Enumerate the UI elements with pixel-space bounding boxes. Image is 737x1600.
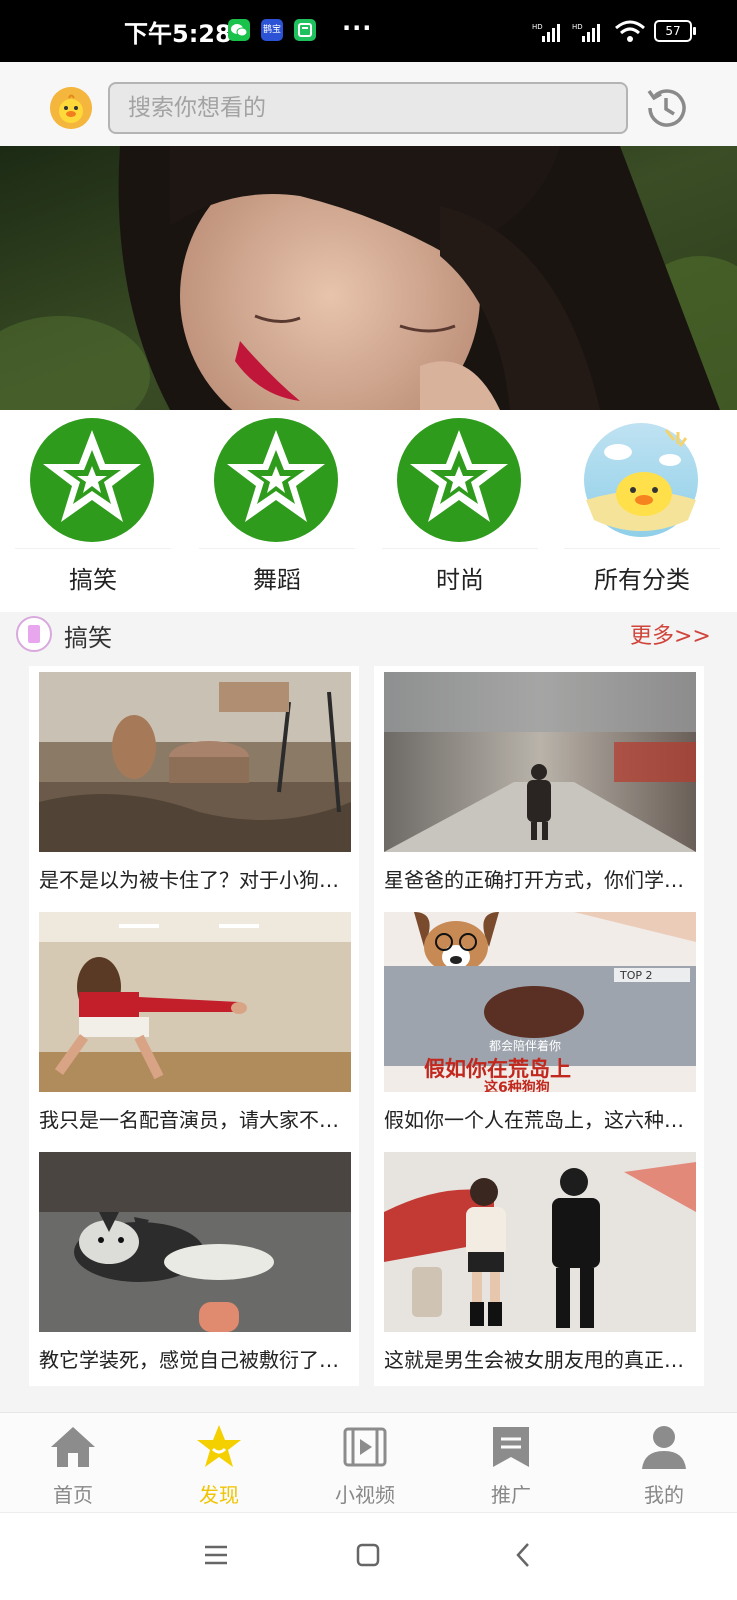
- user-icon: [642, 1426, 686, 1469]
- video-thumbnail: [384, 672, 696, 852]
- svg-text:HD: HD: [572, 23, 583, 31]
- menu-icon[interactable]: [203, 1543, 229, 1567]
- tab-label: 我的: [644, 1483, 684, 1507]
- video-title: 教它学装死，感觉自己被敷衍了怎么办: [39, 1348, 355, 1372]
- wifi-icon: [615, 20, 645, 42]
- bookmark-icon: [493, 1427, 529, 1467]
- video-thumbnail: [384, 1152, 696, 1332]
- section-icon: [16, 616, 52, 652]
- category-dance[interactable]: 舞蹈: [189, 410, 365, 612]
- svg-text:假如你在荒岛上: 假如你在荒岛上: [424, 1057, 571, 1081]
- system-navigation-bar: [0, 1512, 737, 1600]
- video-title: 假如你一个人在荒岛上，这六种狗狗: [384, 1108, 700, 1132]
- notes-icon: [294, 19, 316, 41]
- star-face-icon: [197, 1425, 241, 1467]
- category-label: 所有分类: [594, 566, 690, 594]
- wechat-icon: [228, 19, 250, 41]
- status-bar: 下午5:28 鹊宝 ··· HD HD 57: [0, 0, 737, 62]
- tab-me[interactable]: 我的: [591, 1413, 737, 1513]
- tab-promote[interactable]: 推广: [438, 1413, 584, 1513]
- search-box[interactable]: [108, 82, 662, 134]
- video-title: 我只是一名配音演员，请大家不要误会: [39, 1108, 355, 1132]
- tab-short-video[interactable]: 小视频: [292, 1413, 438, 1513]
- tab-label: 推广: [491, 1483, 531, 1507]
- banner-image: [0, 146, 737, 410]
- svg-text:这6种狗狗: 这6种狗狗: [484, 1079, 550, 1092]
- home-icon: [51, 1427, 95, 1467]
- video-thumbnail: [39, 1152, 351, 1332]
- video-thumbnail: [39, 912, 351, 1092]
- signal-icon: HD: [532, 23, 560, 42]
- app-icon: 鹊宝: [261, 19, 283, 41]
- category-funny[interactable]: 搞笑: [5, 410, 181, 612]
- svg-text:HD: HD: [532, 23, 543, 31]
- star-icon: [397, 418, 521, 542]
- duck-icon: [584, 423, 698, 537]
- back-icon[interactable]: [514, 1542, 532, 1568]
- tab-label: 首页: [53, 1483, 93, 1507]
- video-card[interactable]: 教它学装死，感觉自己被敷衍了怎么办: [29, 1146, 359, 1386]
- video-card[interactable]: 是不是以为被卡住了？对于小狗来说: [29, 666, 359, 906]
- history-icon: [647, 89, 686, 127]
- category-label: 舞蹈: [253, 566, 301, 594]
- tab-label: 发现: [199, 1483, 239, 1507]
- tab-discover[interactable]: 发现: [146, 1413, 292, 1513]
- svg-text:都会陪伴着你: 都会陪伴着你: [489, 1038, 561, 1053]
- video-thumbnail: TOP 2 都会陪伴着你 假如你在荒岛上 这6种狗狗: [384, 912, 696, 1092]
- star-icon: [214, 418, 338, 542]
- home-button-icon[interactable]: [356, 1543, 380, 1567]
- bottom-tab-bar: 首页 发现 小视频 推广 我的: [0, 1412, 737, 1513]
- status-time: 下午5:28: [124, 20, 232, 48]
- search-input[interactable]: [110, 84, 662, 132]
- video-thumbnail: [39, 672, 351, 852]
- video-card[interactable]: 这就是男生会被女朋友甩的真正原因: [374, 1146, 704, 1386]
- signal-icon: HD: [572, 23, 600, 42]
- category-all[interactable]: 所有分类: [554, 410, 730, 612]
- category-row: 搞笑 舞蹈 时尚 所有分类: [0, 410, 737, 612]
- category-label: 搞笑: [69, 566, 117, 594]
- svg-text:TOP 2: TOP 2: [619, 969, 653, 982]
- video-card[interactable]: 我只是一名配音演员，请大家不要误会: [29, 906, 359, 1146]
- tab-home[interactable]: 首页: [0, 1413, 146, 1513]
- app-logo[interactable]: [50, 87, 92, 129]
- category-fashion[interactable]: 时尚: [372, 410, 548, 612]
- star-icon: [30, 418, 154, 542]
- video-card[interactable]: 星爸爸的正确打开方式，你们学会了吗: [374, 666, 704, 906]
- video-title: 是不是以为被卡住了？对于小狗来说: [39, 868, 355, 892]
- video-title: 星爸爸的正确打开方式，你们学会了吗: [384, 868, 700, 892]
- category-label: 时尚: [436, 566, 484, 594]
- history-button[interactable]: [640, 82, 692, 134]
- more-link[interactable]: 更多>>: [630, 618, 711, 650]
- battery-icon: 57: [654, 20, 696, 42]
- film-icon: [343, 1427, 387, 1467]
- more-notifications-icon: ···: [342, 14, 373, 42]
- search-header: [0, 62, 737, 146]
- section-title: 搞笑: [64, 624, 112, 652]
- video-card[interactable]: TOP 2 都会陪伴着你 假如你在荒岛上 这6种狗狗 假如你一个人在荒岛上，这六…: [374, 906, 704, 1146]
- banner-carousel[interactable]: [0, 146, 737, 410]
- tab-label: 小视频: [335, 1483, 395, 1507]
- video-title: 这就是男生会被女朋友甩的真正原因: [384, 1348, 700, 1372]
